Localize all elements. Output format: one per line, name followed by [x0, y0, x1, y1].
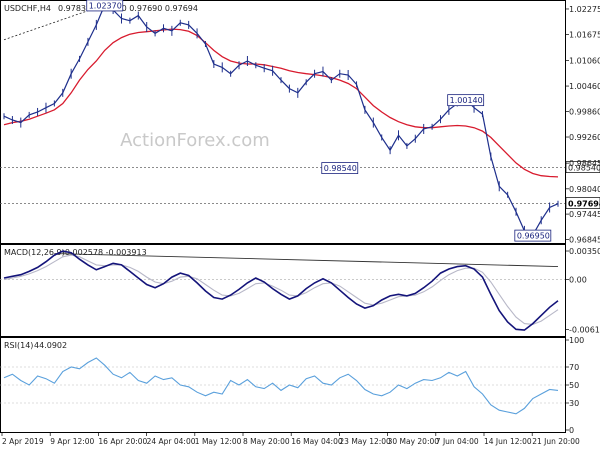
- rsi-ytick-label: 50: [569, 381, 579, 390]
- rsi-ytick-label: 30: [569, 399, 579, 408]
- price-label-0: 1.02370: [89, 1, 122, 10]
- macd-header-title: MACD(12,26,9): [4, 248, 65, 257]
- price-ytick-label: 0.99860: [569, 108, 600, 117]
- price-ytick-label: 0.96845: [569, 236, 600, 245]
- time-tick-label: 16 May 04:00: [291, 437, 343, 446]
- rsi-ytick-label: 70: [569, 363, 579, 372]
- rsi-header-title: RSI(14): [4, 341, 33, 350]
- price-ytick-label: 0.98040: [569, 185, 600, 194]
- time-tick-label: 30 May 20:00: [388, 437, 440, 446]
- macd-ytick-label: -0.006121: [569, 325, 600, 334]
- time-axis: 2 Apr 2019 9 Apr 12:00 16 Apr 20:00 24 Apr …: [1, 432, 580, 446]
- macd-ytick-label: 0.003508: [569, 247, 600, 256]
- macd-panel: [0, 244, 566, 337]
- time-tick-label: 2 Apr 2019: [2, 437, 44, 446]
- macd-ytick-label: 0.00: [569, 276, 587, 285]
- price-header-ohlc: 0.97832 0.97850 0.97690 0.97694: [58, 4, 198, 13]
- price-header-symbol: USDCHF,H4: [4, 4, 51, 13]
- time-tick-label: 7 Jun 04:00: [436, 437, 479, 446]
- price-ytick-label: 1.01675: [569, 30, 600, 39]
- time-tick-label: 23 May 12:00: [339, 437, 391, 446]
- rsi-header-value: 44.0902: [34, 341, 67, 350]
- price-ytick-label: 1.02275: [569, 5, 600, 14]
- rsi-ytick-label: 0: [569, 426, 574, 435]
- watermark: ActionForex.com: [120, 130, 270, 151]
- price-ytick-label: 1.01060: [569, 57, 600, 66]
- price-ytick-label: 0.98645: [569, 159, 600, 168]
- price-label-3: 0.96950: [517, 232, 550, 241]
- time-tick-label: 21 Jun 20:00: [532, 437, 580, 446]
- price-ytick-label: 1.00460: [569, 82, 600, 91]
- price-label-2: 0.98540: [324, 164, 357, 173]
- time-tick-label: 14 Jun 12:00: [484, 437, 532, 446]
- price-ytick-label: 0.97445: [569, 210, 600, 219]
- price-panel: [0, 0, 566, 244]
- time-tick-label: 8 May 20:00: [243, 437, 290, 446]
- time-tick-label: 24 Apr 04:00: [147, 437, 196, 446]
- level-label-1: 0.97694: [568, 200, 600, 209]
- time-tick-label: 16 Apr 20:00: [98, 437, 147, 446]
- rsi-ytick-label: 100: [569, 336, 584, 345]
- price-label-1: 1.00140: [450, 96, 483, 105]
- time-tick-label: 1 May 12:00: [195, 437, 242, 446]
- y-axes: 0.985400.976941.022751.016751.010601.004…: [565, 5, 600, 435]
- forex-chart: ActionForex.com USDCHF,H4 0.97832 0.9785…: [0, 0, 600, 446]
- price-ytick-label: 0.99260: [569, 133, 600, 142]
- time-tick-label: 9 Apr 12:00: [50, 437, 94, 446]
